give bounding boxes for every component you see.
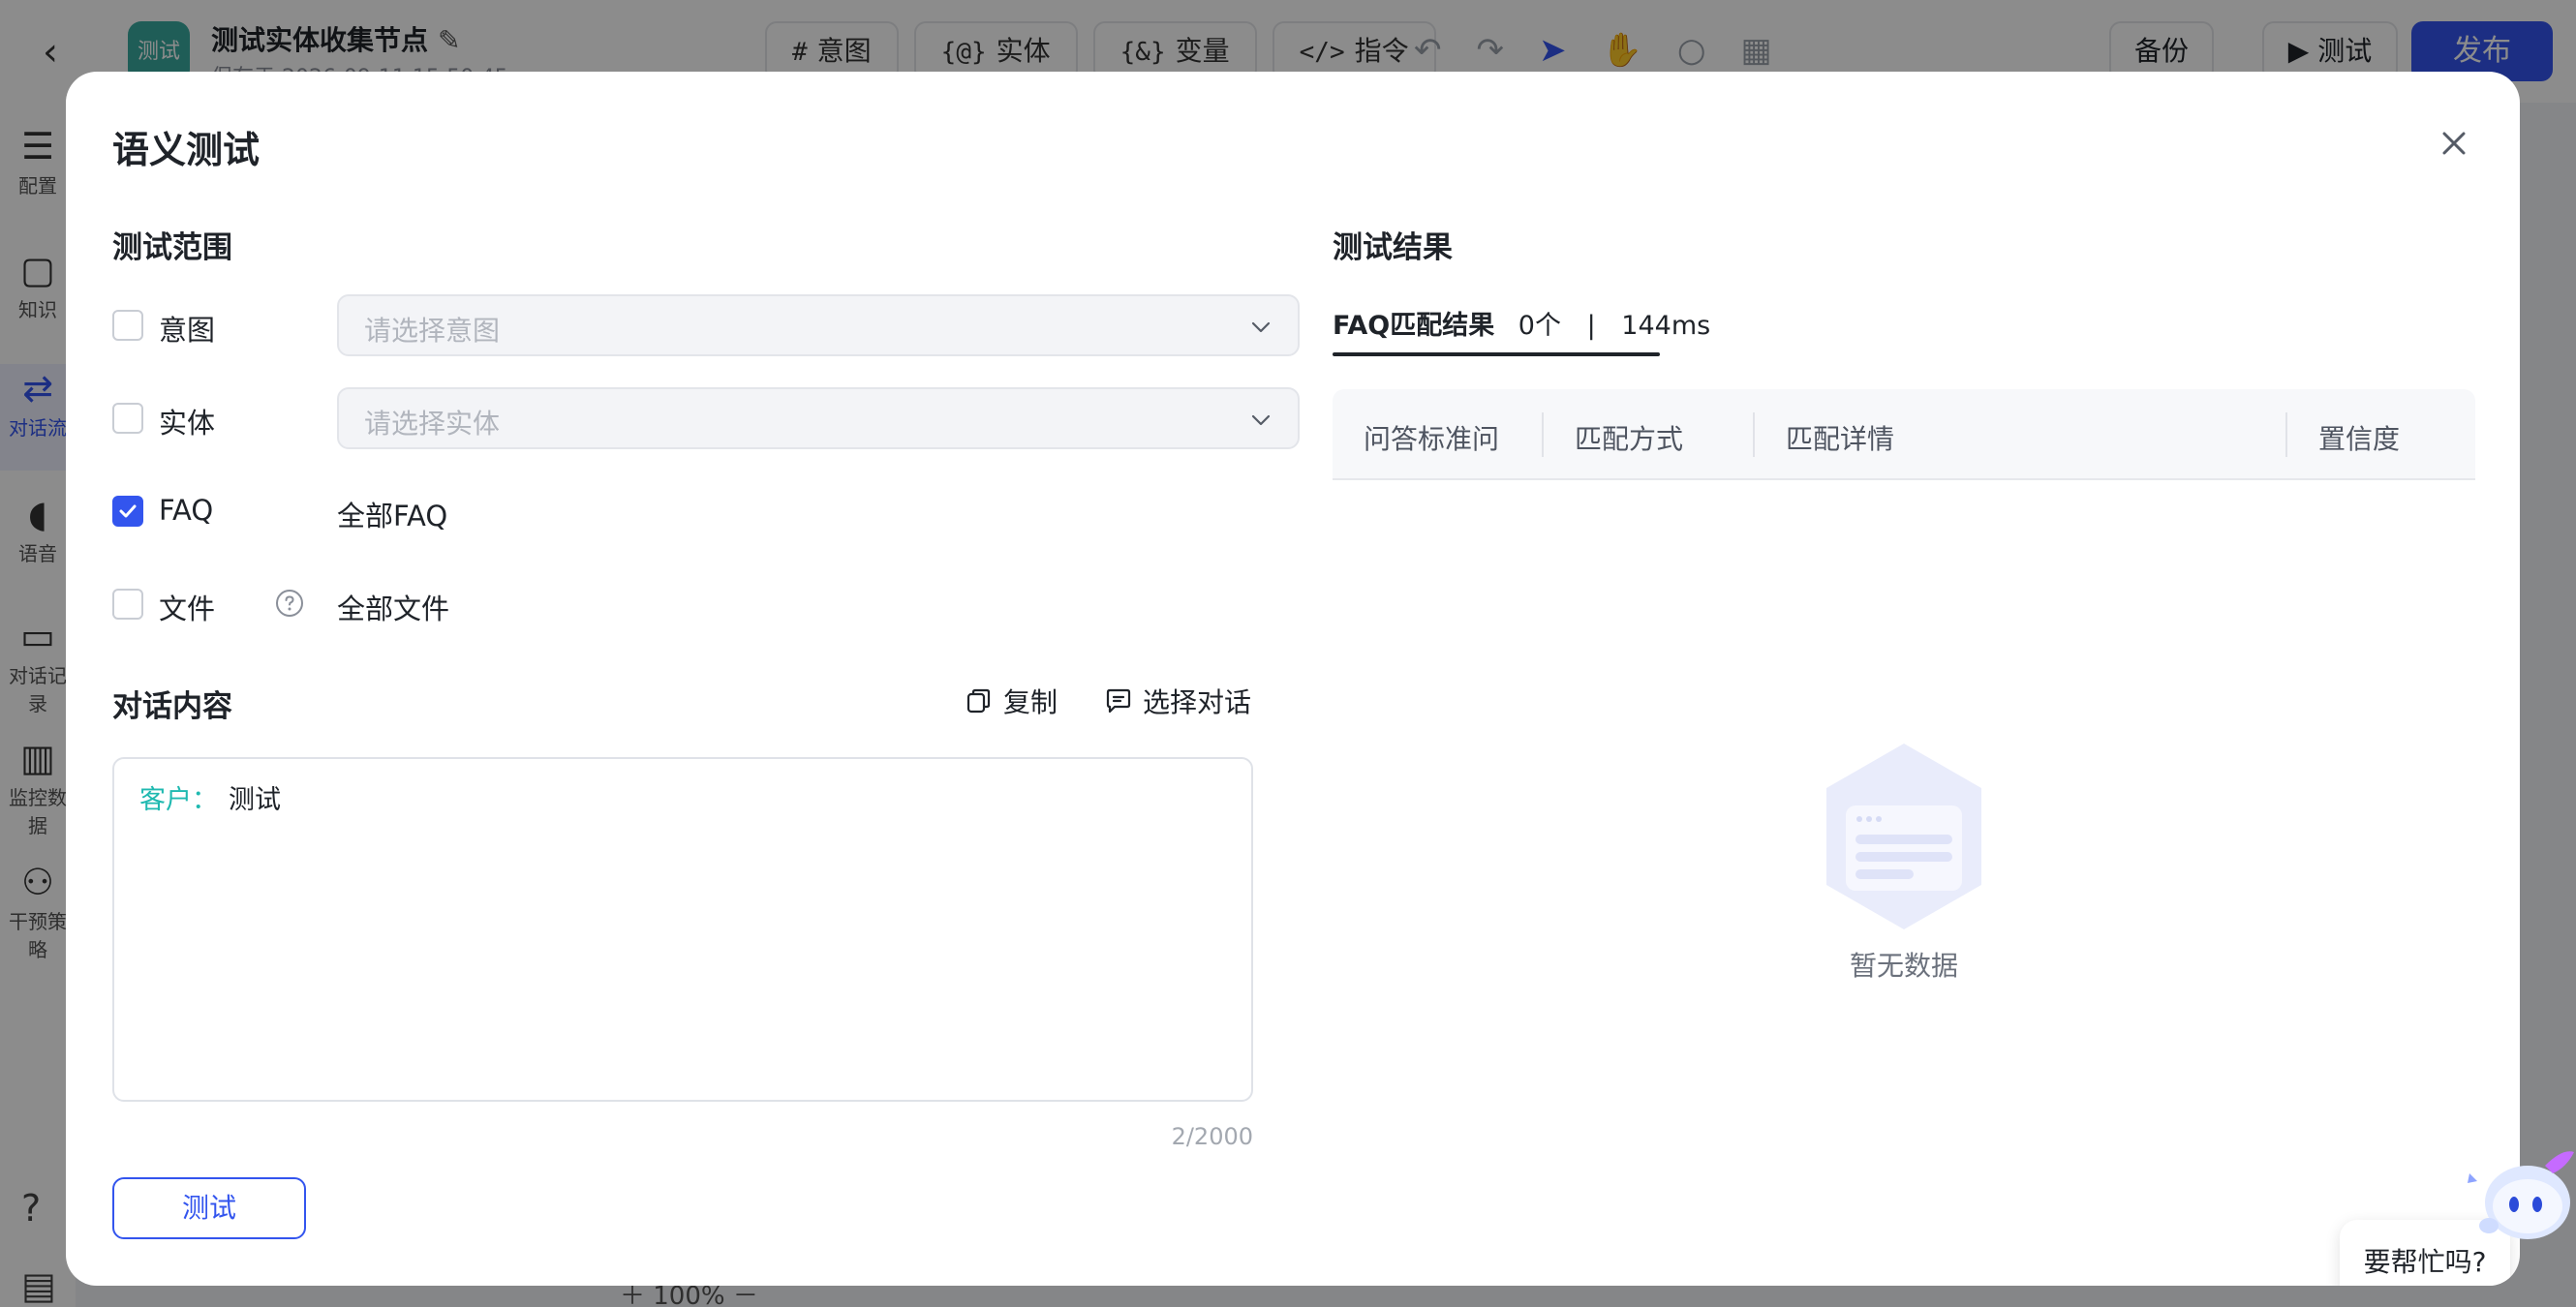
copy-icon — [966, 688, 991, 714]
entity-label: 实体 — [159, 407, 216, 440]
scope-row-entity: 实体 请选择实体 — [112, 387, 1321, 449]
copy-button[interactable]: 复制 — [965, 682, 1058, 720]
scope-row-faq: FAQ 全部FAQ — [112, 480, 1321, 542]
entity-select-placeholder: 请选择实体 — [364, 408, 501, 440]
message-icon — [1106, 688, 1131, 714]
column-match-detail: 匹配详情 — [1786, 423, 1895, 455]
tab-faq-results[interactable]: FAQ匹配结果 0个 | 144ms — [1333, 304, 1710, 356]
dialog-content-textarea[interactable]: 客户： 测试 — [112, 757, 1253, 1102]
faq-checkbox[interactable] — [112, 496, 143, 527]
entity-checkbox[interactable] — [112, 403, 143, 434]
faq-label: FAQ — [159, 494, 214, 527]
empty-state-icon — [1826, 744, 1981, 929]
file-checkbox[interactable] — [112, 589, 143, 620]
result-latency: 144ms — [1621, 311, 1711, 341]
column-standard-question: 问答标准问 — [1364, 423, 1500, 455]
intent-select-placeholder: 请选择意图 — [364, 315, 501, 347]
entity-select[interactable]: 请选择实体 — [337, 387, 1300, 449]
run-test-button[interactable]: 测试 — [112, 1177, 306, 1239]
file-label: 文件 — [159, 593, 216, 625]
semantic-test-dialog: 语义测试 测试范围 意图 请选择意图 实体 请选择实体 FAQ 全部FAQ 文件 — [66, 72, 2520, 1286]
close-icon[interactable] — [2433, 122, 2475, 165]
check-icon — [119, 504, 137, 518]
char-counter: 2/2000 — [1171, 1123, 1253, 1150]
result-count: 0个 — [1518, 311, 1561, 341]
chevron-down-icon — [1251, 414, 1271, 426]
dialog-section-title: 对话内容 — [112, 689, 232, 724]
utterance-text: 测试 — [229, 785, 281, 815]
chevron-down-icon — [1251, 321, 1271, 333]
results-section-title: 测试结果 — [1333, 230, 1453, 265]
scope-row-file: 文件 全部文件 — [112, 573, 1321, 635]
column-match-method: 匹配方式 — [1575, 423, 1684, 455]
scope-section-title: 测试范围 — [112, 230, 232, 265]
column-divider — [2285, 412, 2287, 457]
intent-checkbox[interactable] — [112, 310, 143, 341]
column-divider — [1753, 412, 1755, 457]
scope-row-intent: 意图 请选择意图 — [112, 294, 1321, 356]
intent-label: 意图 — [159, 314, 216, 347]
intent-select[interactable]: 请选择意图 — [337, 294, 1300, 356]
column-divider — [1542, 412, 1544, 457]
assistant-robot-icon[interactable] — [2460, 1139, 2576, 1255]
question-circle-icon[interactable] — [275, 589, 304, 618]
speaker-label: 客户： — [139, 785, 218, 815]
select-dialog-button[interactable]: 选择对话 — [1104, 682, 1251, 720]
dialog-title: 语义测试 — [112, 129, 261, 171]
tab-active-indicator — [1333, 352, 1660, 356]
faq-scope-value: 全部FAQ — [337, 500, 448, 532]
results-table-header: 问答标准问 匹配方式 匹配详情 置信度 — [1333, 389, 2475, 480]
empty-state-text: 暂无数据 — [1849, 950, 1958, 982]
file-scope-value: 全部文件 — [337, 593, 450, 625]
column-confidence: 置信度 — [2318, 423, 2401, 455]
